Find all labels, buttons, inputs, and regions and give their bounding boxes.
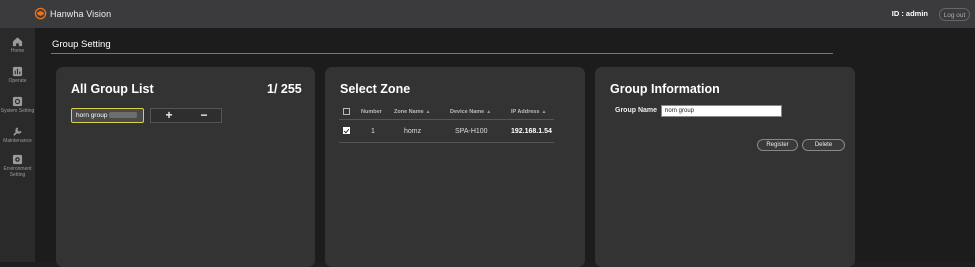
row-checkbox-cell [339, 119, 361, 143]
sidebar-item-label: System Setting [0, 108, 35, 114]
delete-button[interactable]: Delete [802, 139, 845, 151]
group-item-label: horn group [76, 112, 108, 119]
hanwha-logo-icon [34, 7, 47, 20]
sidebar-item-label: Maintenance [3, 138, 32, 144]
operate-icon [12, 66, 23, 77]
group-information-title: Group Information [610, 82, 720, 96]
home-icon [12, 37, 23, 47]
brand-logo[interactable]: Hanwha Vision [34, 7, 111, 20]
sidebar-item-label: Operate [8, 78, 27, 84]
group-name-input[interactable] [661, 105, 782, 117]
user-id: ID : admin [891, 9, 928, 18]
page-title: Group Setting [52, 39, 111, 50]
select-all-checkbox[interactable] [343, 108, 350, 115]
zone-table-header: Number Zone Name ▲ Device Name ▲ IP Addres… [339, 104, 554, 120]
row-checkbox[interactable] [343, 127, 350, 135]
all-group-list-title: All Group List [71, 82, 154, 96]
select-all-cell [339, 104, 361, 120]
title-divider [51, 53, 833, 54]
group-name-label: Group Name [615, 107, 658, 114]
column-zone-name[interactable]: Zone Name ▲ [394, 104, 450, 120]
sidebar: Home Operate System Setting Maintenance … [0, 28, 35, 262]
register-button[interactable]: Register [757, 139, 798, 151]
sidebar-item-label: Environment Setting [3, 166, 32, 178]
cell-number: 1 [361, 119, 394, 143]
group-item-selected[interactable]: horn group [71, 108, 144, 123]
sidebar-item-system-setting[interactable]: System Setting [0, 96, 35, 114]
sidebar-item-home[interactable]: Home [0, 36, 35, 54]
sidebar-item-maintenance[interactable]: Maintenance [0, 126, 35, 144]
select-zone-panel [325, 67, 585, 267]
column-device-name-label: Device Name [450, 108, 485, 115]
column-zone-name-label: Zone Name [394, 108, 424, 115]
all-group-list-panel [56, 67, 315, 267]
logout-button[interactable]: Log out [939, 8, 970, 21]
maintenance-icon [13, 127, 22, 136]
select-zone-title: Select Zone [340, 82, 411, 96]
group-information-panel [595, 67, 855, 267]
add-group-button[interactable]: + [151, 109, 187, 122]
group-count: 1/ 255 [267, 82, 302, 96]
sort-icon: ▲ [541, 108, 547, 115]
column-number: Number [361, 104, 394, 120]
sidebar-item-label: Home [10, 48, 25, 54]
brand-name: Hanwha Vision [50, 8, 112, 19]
top-bar: Hanwha Vision ID : admin Log out [0, 0, 975, 28]
cell-ip-address: 192.168.1.54 [511, 119, 554, 143]
column-number-label: Number [361, 108, 382, 115]
sidebar-item-environment-setting[interactable]: Environment Setting [0, 154, 35, 178]
group-item-blur [109, 112, 138, 119]
column-ip-address[interactable]: IP Address ▲ [511, 104, 554, 120]
column-device-name[interactable]: Device Name ▲ [450, 104, 511, 120]
column-ip-address-label: IP Address [511, 108, 540, 115]
table-row[interactable]: 1 homz SPA-H100 192.168.1.54 [339, 119, 554, 143]
system-setting-icon [12, 96, 23, 107]
environment-setting-icon [12, 154, 23, 165]
sort-icon: ▲ [425, 108, 431, 115]
cell-zone-name: homz [394, 119, 450, 143]
sort-icon: ▲ [486, 108, 492, 115]
sidebar-item-operate[interactable]: Operate [0, 66, 35, 84]
remove-group-button[interactable]: − [186, 109, 222, 122]
add-remove-group-controls: + − [150, 108, 222, 123]
cell-device-name: SPA-H100 [450, 119, 511, 143]
zone-table: Number Zone Name ▲ Device Name ▲ IP Addres… [339, 104, 554, 143]
